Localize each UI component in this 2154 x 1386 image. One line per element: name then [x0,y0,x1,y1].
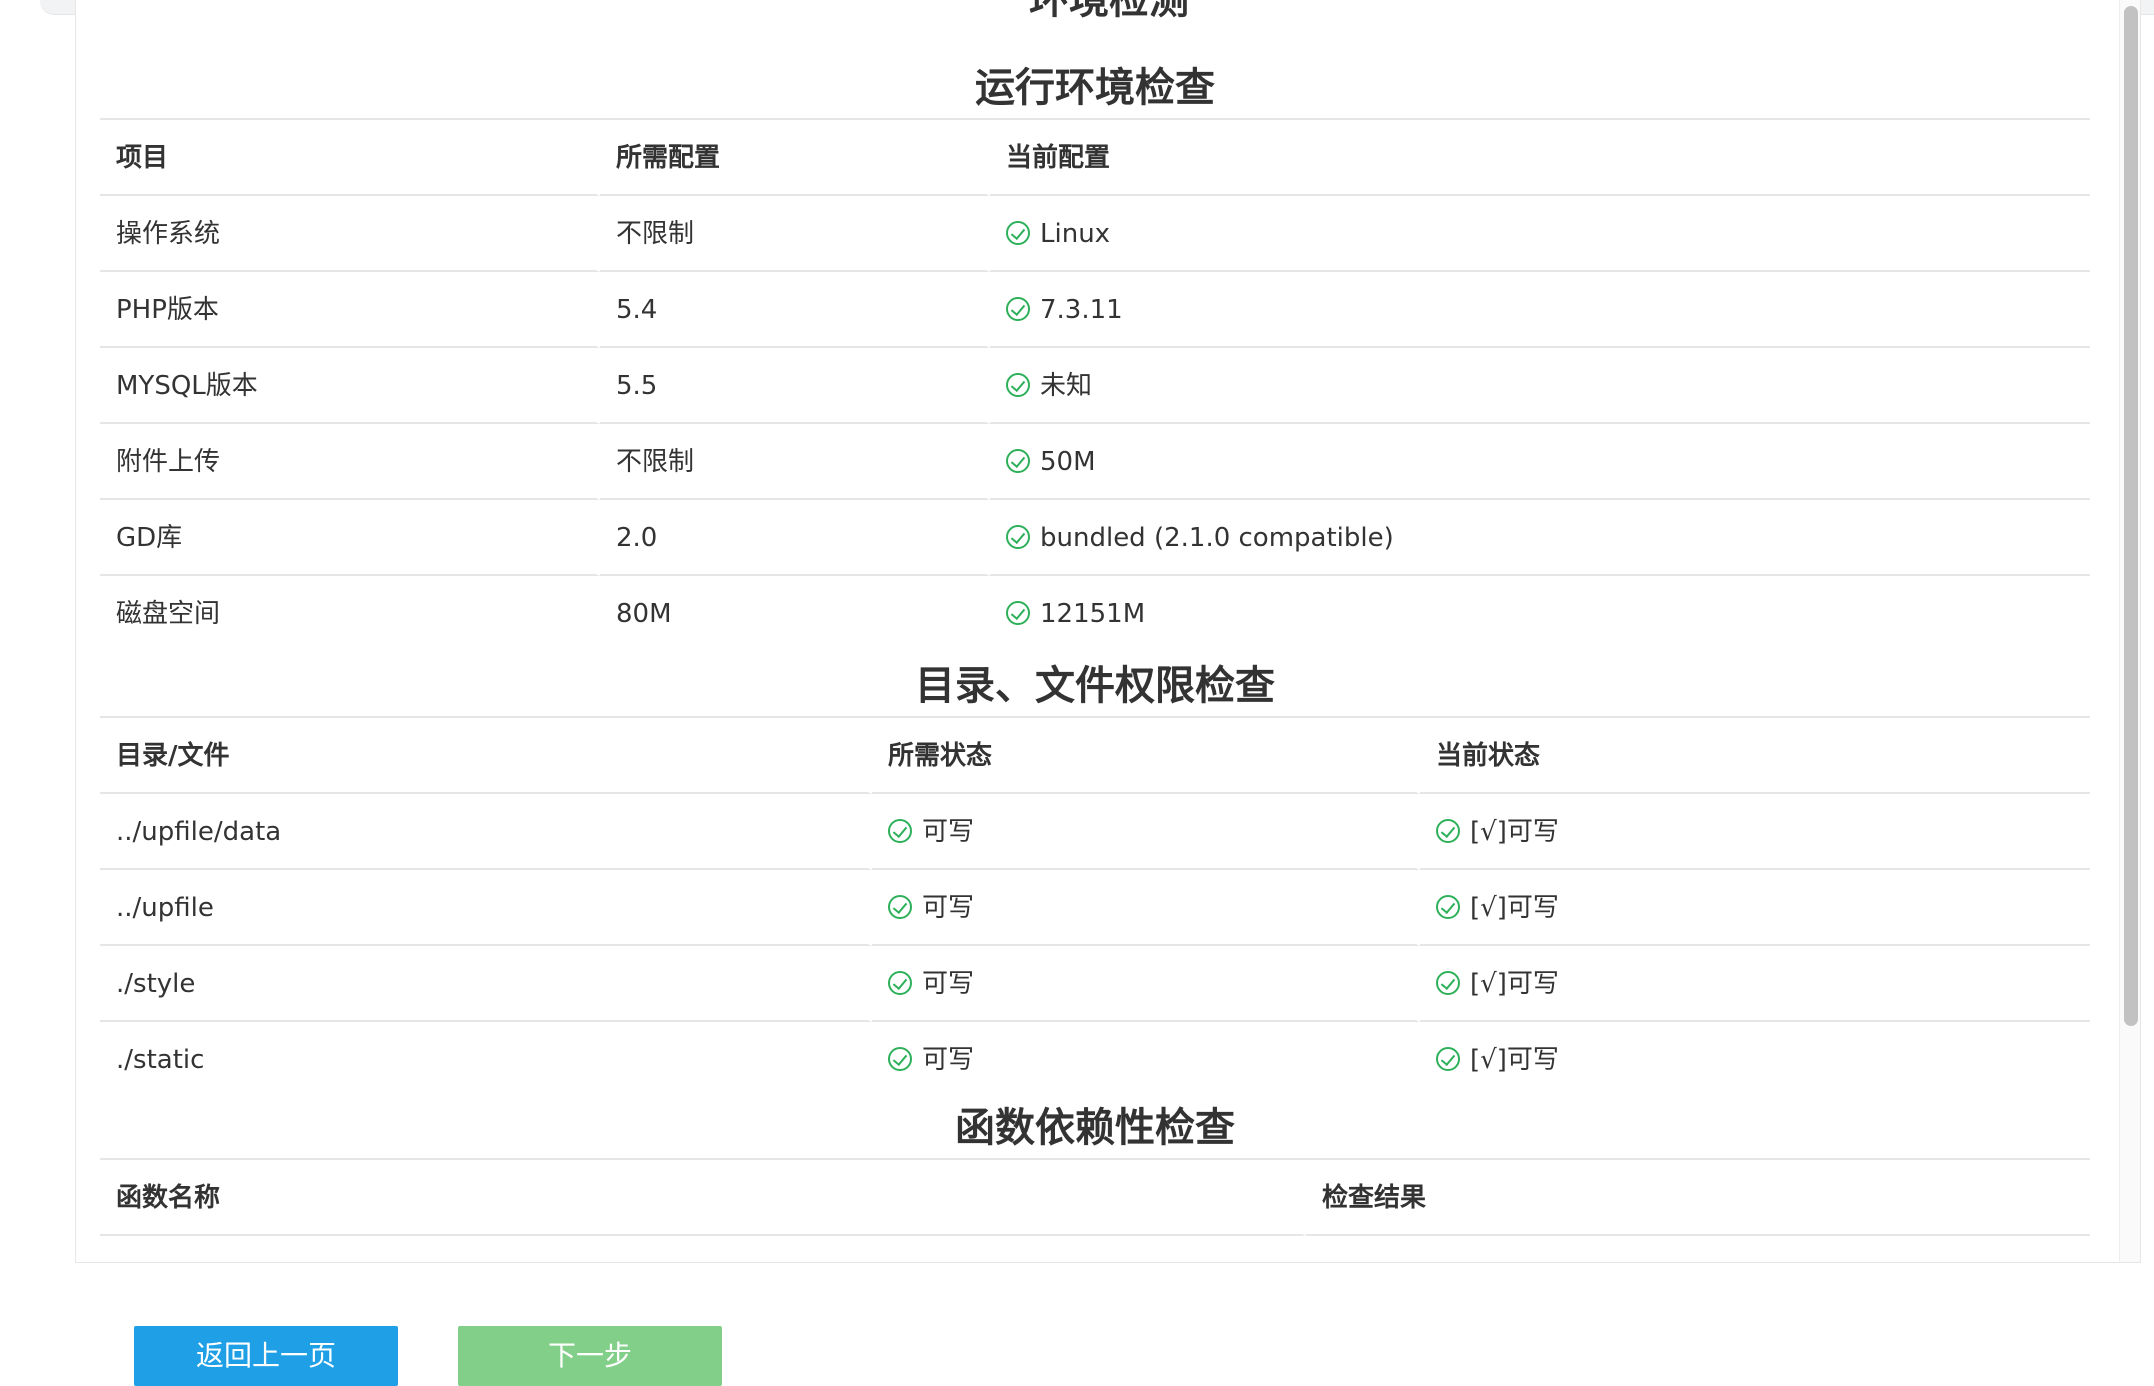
check-circle-icon [1006,601,1030,625]
col-header-required: 所需配置 [600,120,990,196]
dir-required: 可写 [872,946,1420,1022]
dir-current: [√]可写 [1420,870,2090,946]
dir-required-value: 可写 [922,817,975,847]
dir-required: 可写 [872,794,1420,870]
dir-check-title: 目录、文件权限检查 [915,663,1275,709]
dir-check-section: 目录、文件权限检查 目录/文件 所需状态 当前状态 ../upfile/data… [100,656,2090,1098]
check-circle-icon [1436,895,1460,919]
col-header-check-result: 检查结果 [1306,1160,2090,1236]
env-current-value: bundled (2.1.0 compatible) [1040,523,1394,553]
page-heading: 环境检测 [1029,0,1189,23]
func-check-title: 函数依赖性检查 [955,1105,1235,1151]
dir-required: 可写 [872,870,1420,946]
col-header-item: 项目 [100,120,600,196]
col-header-function-name: 函数名称 [100,1160,1306,1236]
env-required: 不限制 [600,196,990,272]
check-circle-icon [888,1047,912,1071]
check-circle-icon [1006,449,1030,473]
dir-current-value: [√]可写 [1470,1045,1559,1075]
dir-current-value: [√]可写 [1470,893,1559,923]
env-current: Linux [990,196,2090,272]
scrollbar-track[interactable] [2119,0,2140,1262]
env-current: bundled (2.1.0 compatible) [990,500,2090,576]
func-check-section: 函数依赖性检查 函数名称 检查结果 [100,1098,2090,1236]
env-current: 12151M [990,576,2090,652]
env-item: MYSQL版本 [100,348,600,424]
check-circle-icon [1006,525,1030,549]
dir-path: ../upfile/data [100,794,872,870]
dir-required: 可写 [872,1022,1420,1098]
env-current-value: 50M [1040,447,1096,477]
dir-current-value: [√]可写 [1470,817,1559,847]
dir-current: [√]可写 [1420,946,2090,1022]
dir-required-value: 可写 [922,1045,975,1075]
check-circle-icon [888,819,912,843]
check-circle-icon [888,895,912,919]
env-item: 磁盘空间 [100,576,600,652]
check-circle-icon [1436,1047,1460,1071]
dir-path: ./style [100,946,872,1022]
env-current: 未知 [990,348,2090,424]
scrollbar-thumb[interactable] [2124,6,2138,1026]
func-check-table: 函数名称 检查结果 [100,1158,2090,1236]
check-circle-icon [1436,819,1460,843]
env-required: 2.0 [600,500,990,576]
col-header-current-state: 当前状态 [1420,718,2090,794]
check-circle-icon [1006,221,1030,245]
env-current-value: Linux [1040,219,1111,249]
env-current: 50M [990,424,2090,500]
dir-current: [√]可写 [1420,1022,2090,1098]
env-item: 附件上传 [100,424,600,500]
dir-required-value: 可写 [922,893,975,923]
check-circle-icon [1436,971,1460,995]
env-check-title: 运行环境检查 [975,65,1215,111]
col-header-current: 当前配置 [990,120,2090,196]
env-current-value: 12151M [1040,599,1146,629]
env-current: 7.3.11 [990,272,2090,348]
env-required: 80M [600,576,990,652]
env-required: 5.5 [600,348,990,424]
env-check-table: 项目 所需配置 当前配置 操作系统 不限制 Linux PHP版本 5.4 7.… [100,118,2090,652]
install-panel: 环境检测 运行环境检查 项目 所需配置 当前配置 操作系统 不限制 Linux … [75,0,2141,1263]
env-current-value: 未知 [1040,371,1093,401]
env-required: 不限制 [600,424,990,500]
env-item: GD库 [100,500,600,576]
env-required: 5.4 [600,272,990,348]
dir-check-table: 目录/文件 所需状态 当前状态 ../upfile/data 可写 [√]可写 … [100,716,2090,1098]
env-current-value: 7.3.11 [1040,295,1123,325]
env-check-section: 运行环境检查 项目 所需配置 当前配置 操作系统 不限制 Linux PHP版本… [100,58,2090,652]
dir-path: ../upfile [100,870,872,946]
col-header-required-state: 所需状态 [872,718,1420,794]
dir-current: [√]可写 [1420,794,2090,870]
dir-current-value: [√]可写 [1470,969,1559,999]
back-button[interactable]: 返回上一页 [134,1326,398,1386]
env-item: PHP版本 [100,272,600,348]
check-circle-icon [1006,297,1030,321]
dir-required-value: 可写 [922,969,975,999]
check-circle-icon [1006,373,1030,397]
env-item: 操作系统 [100,196,600,272]
next-button[interactable]: 下一步 [458,1326,722,1386]
col-header-path: 目录/文件 [100,718,872,794]
dir-path: ./static [100,1022,872,1098]
check-circle-icon [888,971,912,995]
